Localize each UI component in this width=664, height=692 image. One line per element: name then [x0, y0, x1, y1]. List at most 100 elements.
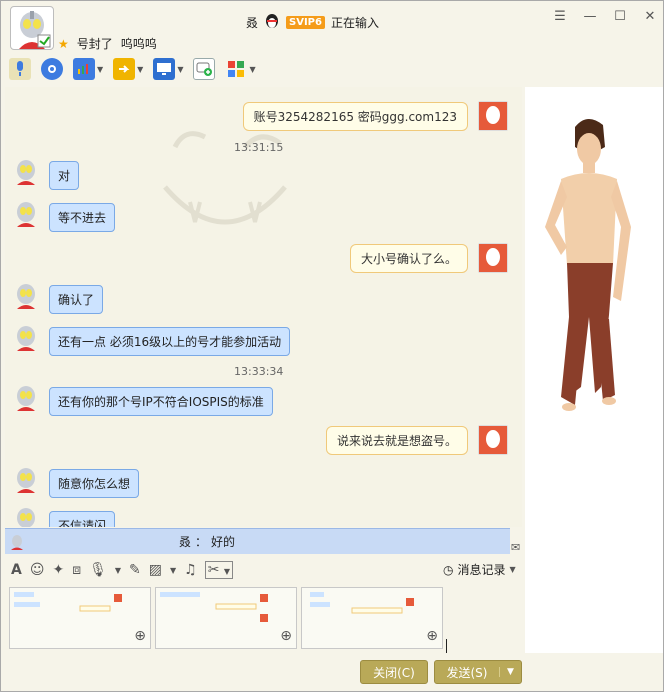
message-bubble[interactable]: 还有你的那个号IP不符合IOSPIS的标准 — [49, 387, 273, 416]
menu-icon[interactable]: ☰ — [553, 9, 567, 24]
screenshot-thumbnail[interactable]: ⊕ — [301, 587, 443, 649]
screenshot-attachments: ⊕ ⊕ ⊕ — [9, 587, 519, 649]
ultraman-avatar[interactable] — [13, 385, 39, 411]
text-cursor — [446, 639, 447, 653]
screenshot-thumbnail[interactable]: ⊕ — [9, 587, 151, 649]
message-left: 还有你的那个号IP不符合IOSPIS的标准 — [49, 387, 273, 416]
voice-message-icon[interactable]: 🎙 — [89, 562, 107, 578]
chevron-down-icon: ▼ — [509, 565, 516, 574]
contact-name[interactable]: 号封了 — [77, 35, 113, 52]
contact-show-panel — [525, 87, 663, 653]
contact-nick-prefix: 叒 — [246, 15, 259, 30]
ultraman-avatar[interactable] — [13, 467, 39, 493]
star-icon: ★ — [58, 36, 69, 51]
message-left: 随意你怎么想 — [49, 469, 140, 498]
message-bubble[interactable]: 确认了 — [49, 285, 104, 314]
contact-signature: 呜呜呜 — [120, 37, 157, 51]
message-right: 账号3254282165 密码ggg.com123 — [242, 101, 508, 131]
avatar-figure — [545, 118, 631, 411]
message-left: 还有一点 必须16级以上的号才能参加活动 — [49, 327, 291, 356]
magic-wand-icon[interactable]: ✦ — [52, 562, 64, 578]
notice-avatar-icon — [11, 534, 23, 550]
message-right: 大小号确认了么。 — [349, 243, 508, 273]
contact-avatar[interactable] — [10, 6, 54, 50]
message-bubble[interactable]: 大小号确认了么。 — [349, 243, 468, 273]
message-bubble[interactable]: 账号3254282165 密码ggg.com123 — [242, 101, 468, 131]
message-right: 说来说去就是想盗号。 — [325, 425, 508, 455]
app-share-icon[interactable] — [73, 58, 95, 80]
message-bubble[interactable]: 还有一点 必须16级以上的号才能参加活动 — [49, 327, 291, 356]
title-bar: 叒 SVIP6 正在输入 ☰ — ☐ ✕ ★ 号封了 呜呜呜 — [1, 1, 663, 53]
ultraman-avatar[interactable] — [13, 325, 39, 351]
chat-history[interactable]: 账号3254282165 密码ggg.com123 13:31:15 对 等不进… — [5, 87, 522, 527]
notice-separator: ： — [195, 535, 208, 549]
message-bubble[interactable]: 说来说去就是想盗号。 — [325, 425, 468, 455]
music-icon[interactable]: ♫ — [184, 562, 197, 578]
timestamp: 13:33:34 — [234, 365, 284, 378]
image-icon[interactable]: ▨ — [149, 562, 162, 578]
notice-sender: 叒 — [179, 535, 192, 549]
zoom-icon[interactable]: ⊕ — [426, 628, 438, 644]
thumbnail-image — [156, 588, 296, 648]
screenshot-scissors-icon[interactable]: ✂ ▼ — [204, 561, 234, 579]
edit-icon[interactable]: ✎ — [129, 562, 141, 578]
microphone-icon[interactable] — [9, 58, 31, 80]
message-history-button[interactable]: ◷ 消息记录 ▼ — [443, 561, 516, 578]
contact-info: ★ 号封了 呜呜呜 — [58, 35, 157, 52]
ultraman-avatar[interactable] — [13, 283, 39, 309]
egg-avatar[interactable] — [478, 101, 508, 131]
group-chat-icon[interactable] — [193, 58, 216, 80]
send-button[interactable]: 发送(S) ▼ — [434, 660, 522, 684]
ultraman-avatar[interactable] — [13, 159, 39, 185]
thumbnail-image — [302, 588, 442, 648]
recent-message-notice[interactable]: 叒 ： 好的 — [5, 528, 510, 554]
notice-text: 好的 — [211, 535, 236, 549]
thumbnail-image — [10, 588, 150, 648]
message-left: 确认了 — [49, 285, 104, 314]
chevron-down-icon[interactable]: ▼ — [249, 65, 255, 74]
font-icon[interactable]: A — [11, 562, 22, 578]
chat-window: 叒 SVIP6 正在输入 ☰ — ☐ ✕ ★ 号封了 呜呜呜 ▼ ▼ ▼ ▼ 账… — [0, 0, 664, 692]
qq-penguin-icon — [264, 13, 280, 32]
zoom-icon[interactable]: ⊕ — [280, 628, 292, 644]
close-icon[interactable]: ✕ — [643, 9, 657, 24]
mail-icon[interactable]: ✉ — [511, 541, 520, 554]
message-bubble[interactable]: 等不进去 — [49, 203, 116, 232]
message-left: 等不进去 — [49, 203, 116, 232]
typing-status: 正在输入 — [330, 15, 379, 30]
ultraman-avatar[interactable] — [13, 201, 39, 227]
message-bubble[interactable]: 对 — [49, 161, 80, 190]
main-toolbar: ▼ ▼ ▼ ▼ — [9, 55, 256, 83]
window-controls: ☰ — ☐ ✕ — [553, 9, 657, 24]
emoji-icon[interactable]: ☺ — [30, 562, 45, 578]
egg-avatar[interactable] — [478, 425, 508, 455]
message-bubble[interactable]: 随意你怎么想 — [49, 469, 140, 498]
title-status: 叒 SVIP6 正在输入 — [246, 12, 379, 32]
message-left: 对 — [49, 161, 80, 190]
chevron-down-icon[interactable]: ▼ — [499, 667, 521, 677]
apps-icon[interactable] — [225, 58, 247, 80]
message-left: 不信请闪 — [49, 511, 116, 527]
screenshot-thumbnail[interactable]: ⊕ — [155, 587, 297, 649]
egg-avatar[interactable] — [478, 243, 508, 273]
minimize-icon[interactable]: — — [583, 9, 597, 24]
video-icon[interactable] — [41, 58, 63, 80]
remote-desktop-icon[interactable] — [153, 58, 176, 80]
history-label: 消息记录 — [457, 563, 506, 577]
ultraman-avatar[interactable] — [13, 507, 39, 527]
timestamp: 13:31:15 — [234, 141, 284, 154]
vibrate-icon[interactable]: ⧈ — [72, 562, 81, 578]
chevron-down-icon[interactable]: ▼ — [177, 65, 183, 74]
maximize-icon[interactable]: ☐ — [613, 9, 627, 24]
clock-icon: ◷ — [443, 562, 454, 577]
zoom-icon[interactable]: ⊕ — [134, 628, 146, 644]
send-label[interactable]: 发送(S) — [435, 664, 499, 681]
file-transfer-icon[interactable] — [113, 58, 136, 80]
chevron-down-icon[interactable]: ▼ — [97, 65, 103, 74]
chevron-down-icon[interactable]: ▼ — [170, 566, 176, 575]
svip-badge: SVIP6 — [286, 15, 325, 29]
message-bubble[interactable]: 不信请闪 — [49, 511, 116, 527]
close-button[interactable]: 关闭(C) — [360, 660, 428, 684]
chevron-down-icon[interactable]: ▼ — [115, 566, 121, 575]
chevron-down-icon[interactable]: ▼ — [137, 65, 143, 74]
